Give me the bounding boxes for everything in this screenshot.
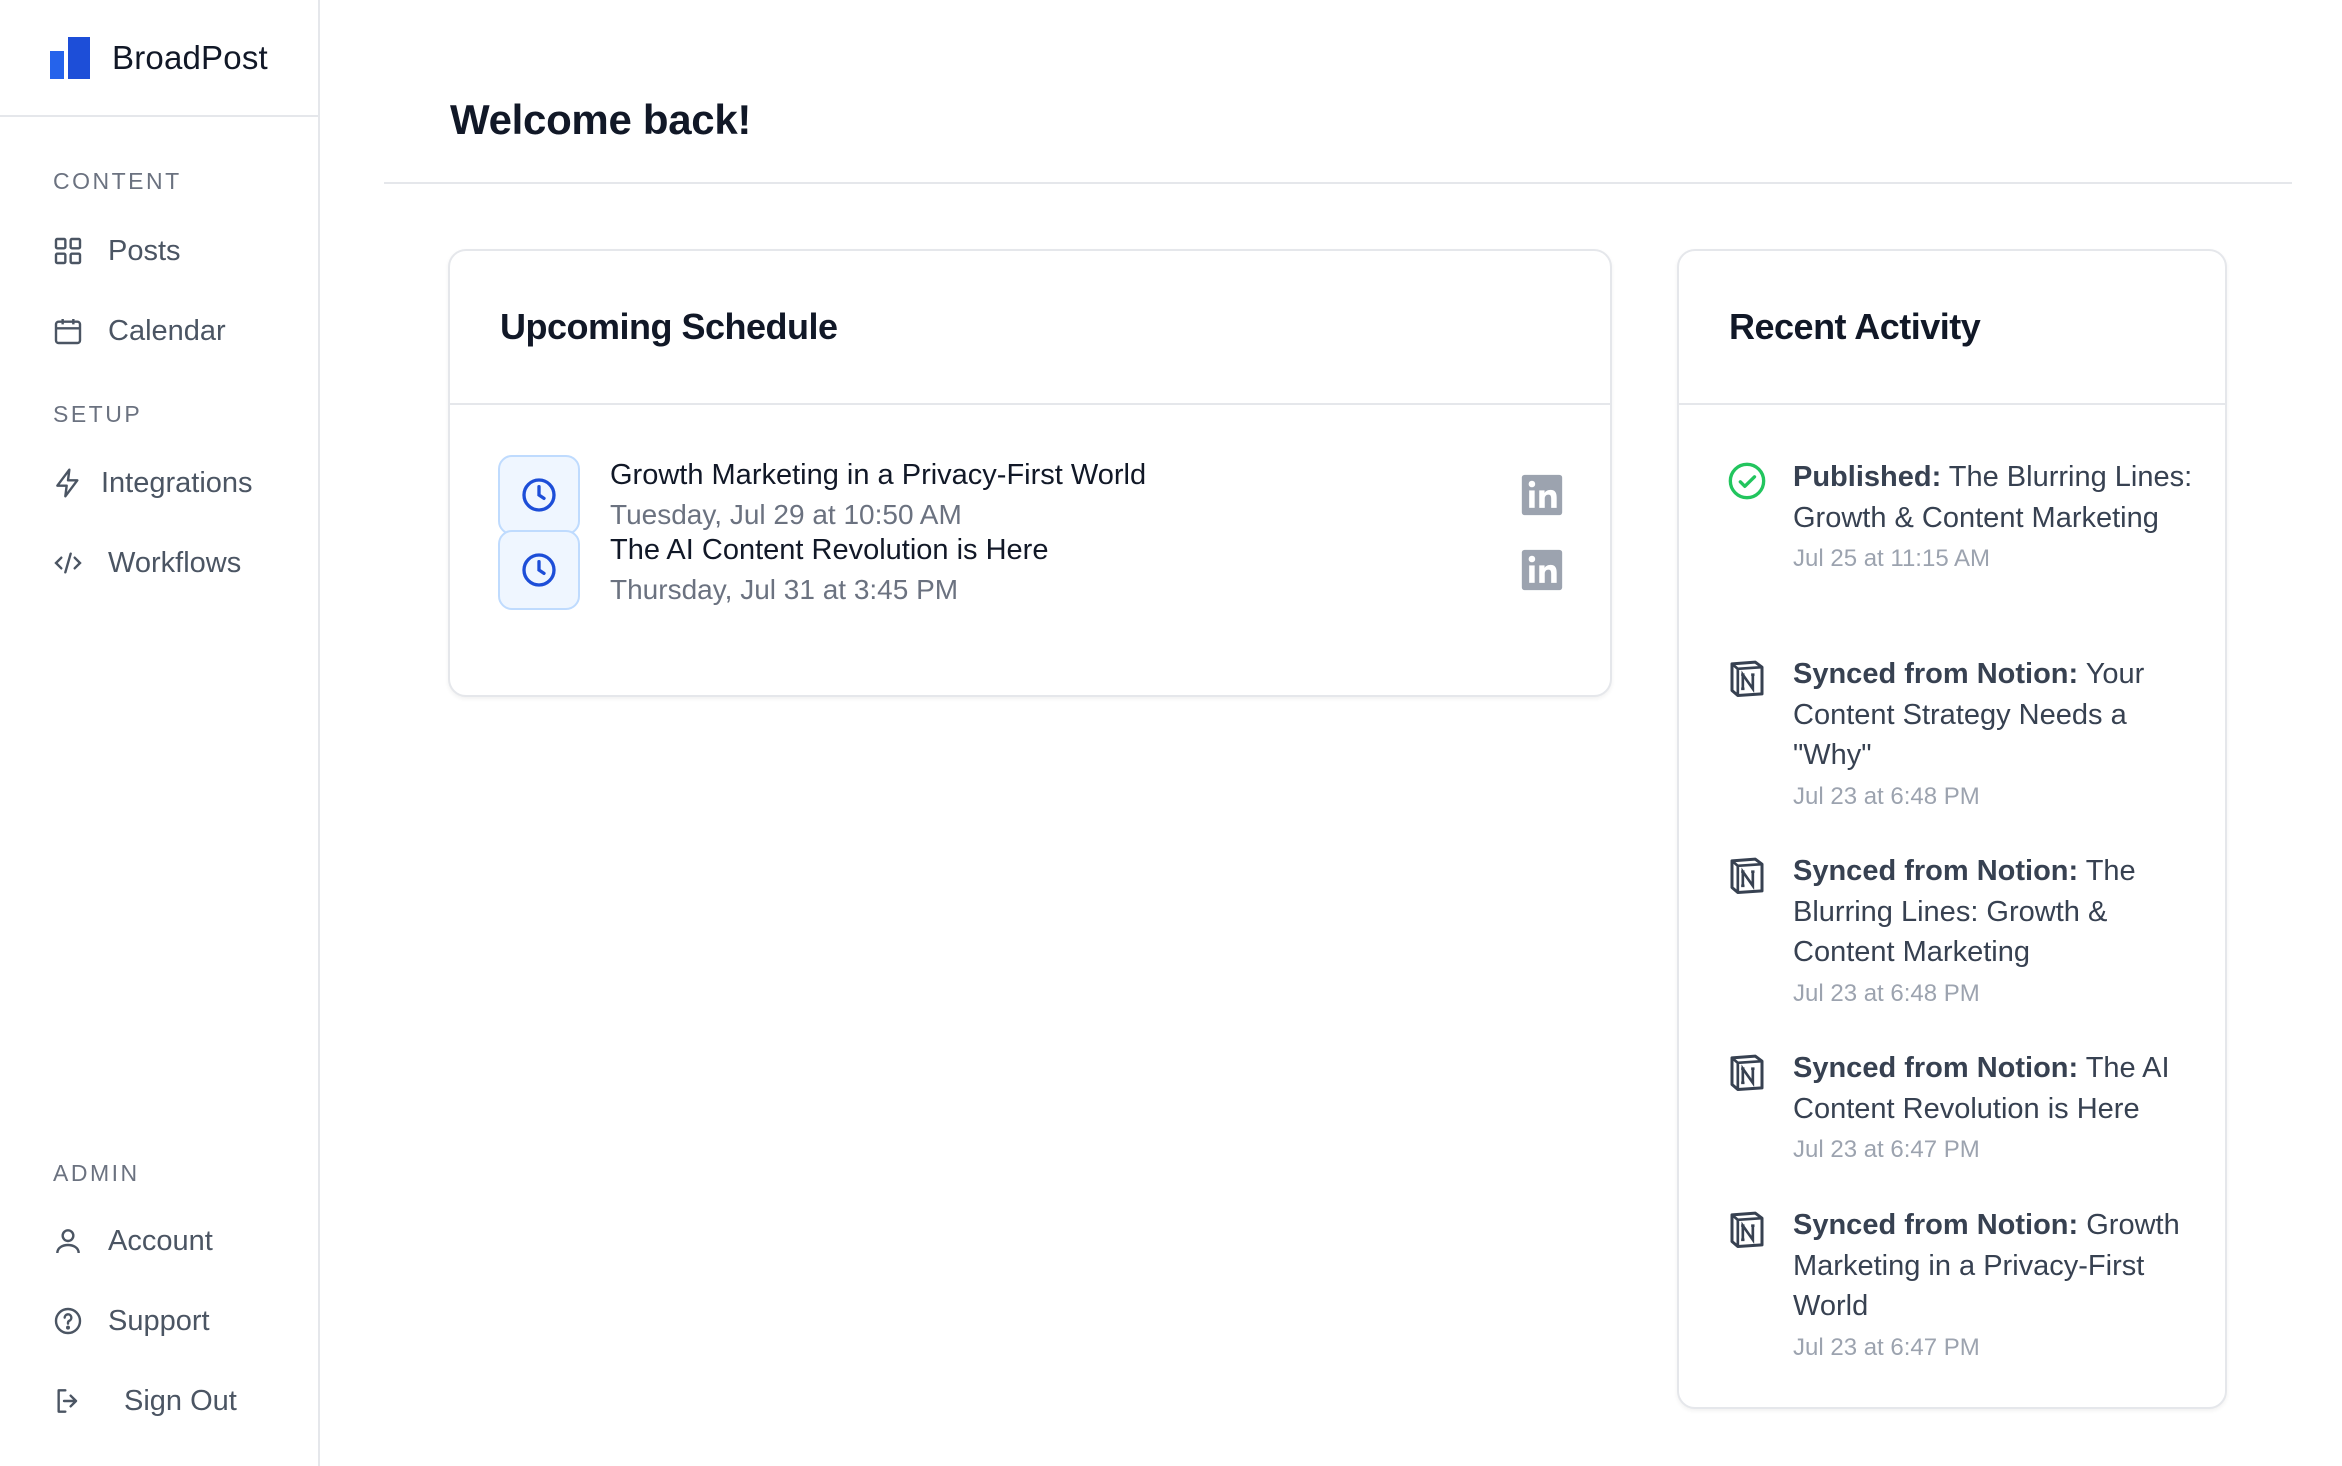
sidebar-item-label: Posts — [108, 234, 181, 267]
activity-text: Synced from Notion: Your Content Strateg… — [1793, 654, 2197, 776]
activity-label: Synced from Notion: — [1793, 1209, 2079, 1241]
sidebar-item-label: Workflows — [108, 546, 242, 579]
activity-label: Synced from Notion: — [1793, 658, 2079, 690]
sidebar-item-support[interactable]: Support — [50, 1293, 210, 1349]
schedule-item[interactable]: Growth Marketing in a Privacy-First Worl… — [498, 454, 1564, 536]
sidebar-item-label: Support — [108, 1304, 210, 1337]
section-label-admin: ADMIN — [53, 1160, 140, 1186]
clock-icon — [498, 530, 580, 610]
notion-icon — [1730, 857, 1764, 894]
card-header: Upcoming Schedule — [450, 251, 1610, 405]
clock-icon — [498, 455, 580, 535]
activity-time: Jul 23 at 6:47 PM — [1793, 1136, 1980, 1163]
calendar-icon — [50, 313, 86, 349]
linkedin-icon — [1521, 549, 1563, 591]
sidebar-item-signout[interactable]: Sign Out — [50, 1373, 237, 1429]
activity-item[interactable]: Published: The Blurring Lines: Growth & … — [1727, 457, 2197, 576]
notion-icon — [1730, 660, 1764, 697]
notion-icon — [1730, 1211, 1764, 1248]
user-icon — [50, 1223, 86, 1259]
upcoming-schedule-card: Upcoming Schedule Growth Marketing in a … — [448, 249, 1612, 697]
schedule-title: The AI Content Revolution is Here — [610, 534, 1049, 566]
logout-icon — [50, 1383, 86, 1419]
activity-time: Jul 25 at 11:15 AM — [1793, 545, 1991, 572]
activity-item[interactable]: Synced from Notion: The AI Content Revol… — [1727, 1048, 2197, 1167]
card-title: Recent Activity — [1729, 306, 1981, 347]
sidebar-item-account[interactable]: Account — [50, 1213, 213, 1269]
activity-text: Published: The Blurring Lines: Growth & … — [1793, 457, 2197, 538]
sidebar-item-calendar[interactable]: Calendar — [50, 303, 226, 359]
recent-activity-card: Recent Activity Published: The Blurring … — [1677, 249, 2227, 1409]
sidebar-item-integrations[interactable]: Integrations — [50, 455, 253, 511]
schedule-text: Growth Marketing in a Privacy-First Worl… — [610, 455, 1520, 535]
code-icon — [50, 545, 86, 581]
broadpost-logo-icon — [50, 36, 90, 79]
activity-item[interactable]: Synced from Notion: Your Content Strateg… — [1727, 654, 2197, 814]
brand[interactable]: BroadPost — [0, 0, 318, 117]
sidebar-item-posts[interactable]: Posts — [50, 223, 181, 279]
schedule-title: Growth Marketing in a Privacy-First Worl… — [610, 459, 1147, 491]
activity-text: Synced from Notion: The AI Content Revol… — [1793, 1048, 2197, 1129]
check-circle-icon — [1728, 462, 1766, 500]
activity-time: Jul 23 at 6:48 PM — [1793, 782, 1980, 810]
linkedin-icon — [1521, 474, 1563, 516]
activity-text: Synced from Notion: The Blurring Lines: … — [1793, 851, 2197, 973]
section-label-content: CONTENT — [53, 168, 182, 194]
bolt-icon — [50, 465, 86, 501]
card-title: Upcoming Schedule — [500, 306, 838, 347]
sidebar-item-label: Sign Out — [124, 1384, 237, 1417]
title-divider — [384, 182, 2292, 184]
activity-label: Synced from Notion: — [1793, 855, 2079, 887]
section-label-setup: SETUP — [53, 401, 143, 427]
activity-label: Published: — [1793, 461, 1942, 493]
help-circle-icon — [50, 1303, 86, 1339]
grid-icon — [50, 233, 86, 269]
page-title: Welcome back! — [450, 96, 752, 143]
activity-item[interactable]: Synced from Notion: Growth Marketing in … — [1727, 1205, 2197, 1365]
sidebar: BroadPost CONTENT Posts Calendar SETUP I… — [0, 0, 320, 1466]
activity-item[interactable]: Synced from Notion: The Blurring Lines: … — [1727, 851, 2197, 1011]
schedule-time: Thursday, Jul 31 at 3:45 PM — [610, 574, 959, 605]
sidebar-item-label: Account — [108, 1224, 213, 1257]
brand-name: BroadPost — [112, 38, 268, 76]
activity-time: Jul 23 at 6:47 PM — [1793, 1333, 1980, 1361]
sidebar-item-workflows[interactable]: Workflows — [50, 535, 241, 591]
activity-label: Synced from Notion: — [1793, 1052, 2079, 1084]
sidebar-item-label: Calendar — [108, 314, 226, 347]
notion-icon — [1730, 1054, 1764, 1091]
schedule-text: The AI Content Revolution is Here Thursd… — [610, 530, 1520, 610]
sidebar-item-label: Integrations — [101, 466, 253, 499]
schedule-item[interactable]: The AI Content Revolution is Here Thursd… — [498, 529, 1564, 611]
activity-time: Jul 23 at 6:48 PM — [1793, 979, 1980, 1007]
card-header: Recent Activity — [1679, 251, 2225, 405]
activity-text: Synced from Notion: Growth Marketing in … — [1793, 1205, 2197, 1327]
